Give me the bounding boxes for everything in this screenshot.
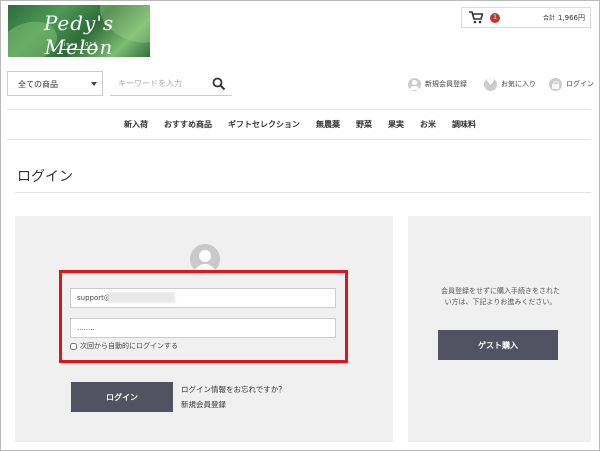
logo-divider xyxy=(60,49,98,50)
logo-subtitle: since 2016 xyxy=(60,42,98,48)
cart-total-label: 合計 xyxy=(542,15,555,22)
heart-icon xyxy=(484,77,497,91)
lock-icon xyxy=(549,77,562,91)
guest-description: 会員登録をせずに購入手続きをされたい方は、下記よりお進みください。 xyxy=(441,287,560,306)
nav-item-organic[interactable]: 無農薬 xyxy=(316,119,340,133)
header-link-label: ログイン xyxy=(566,80,594,88)
cart-icon xyxy=(469,11,483,24)
header-link-register[interactable]: 新規会員登録 xyxy=(408,76,467,92)
page-title: ログイン xyxy=(17,169,73,185)
nav-item-vegetables[interactable]: 野菜 xyxy=(356,119,372,133)
nav-item-gift-selection[interactable]: ギフトセレクション xyxy=(228,119,300,133)
title-divider xyxy=(15,192,591,193)
logo-title: Pedy's Melon xyxy=(43,11,115,57)
nav-divider xyxy=(7,139,591,140)
header-link-login[interactable]: ログイン xyxy=(549,76,594,92)
cart-summary[interactable]: 1 合計 1,966円 xyxy=(461,7,591,28)
login-button[interactable]: ログイン xyxy=(71,382,173,412)
cart-count-badge: 1 xyxy=(490,13,500,23)
header-divider xyxy=(7,109,591,110)
main-nav: 新入荷 おすすめ商品 ギフトセレクション 無農薬 野菜 果実 お米 調味料 xyxy=(0,119,600,133)
forgot-password-link[interactable]: ログイン情報をお忘れですか？ xyxy=(181,384,286,395)
user-icon xyxy=(408,77,421,91)
nav-item-rice[interactable]: お米 xyxy=(420,119,436,133)
nav-item-seasonings[interactable]: 調味料 xyxy=(452,119,476,133)
guest-panel xyxy=(408,216,591,442)
cart-total: 合計 1,966円 xyxy=(543,13,585,23)
guest-purchase-button[interactable]: ゲスト購入 xyxy=(438,330,558,360)
cart-total-value: 1,966円 xyxy=(557,14,585,22)
category-select-value: 全ての商品 xyxy=(18,80,58,89)
site-logo[interactable]: Pedy's Melon since 2016 xyxy=(8,5,150,57)
register-link[interactable]: 新規会員登録 xyxy=(181,399,226,410)
highlight-box xyxy=(59,270,348,363)
header-link-label: お気に入り xyxy=(501,80,536,88)
search-icon[interactable] xyxy=(212,77,226,91)
category-select[interactable]: 全ての商品 xyxy=(7,71,103,96)
chevron-down-icon xyxy=(91,82,97,86)
nav-item-new-arrivals[interactable]: 新入荷 xyxy=(124,119,148,133)
nav-item-recommended[interactable]: おすすめ商品 xyxy=(164,119,212,133)
nav-item-fruit[interactable]: 果実 xyxy=(388,119,404,133)
header-link-favorites[interactable]: お気に入り xyxy=(484,76,536,92)
header-link-label: 新規会員登録 xyxy=(425,80,467,88)
